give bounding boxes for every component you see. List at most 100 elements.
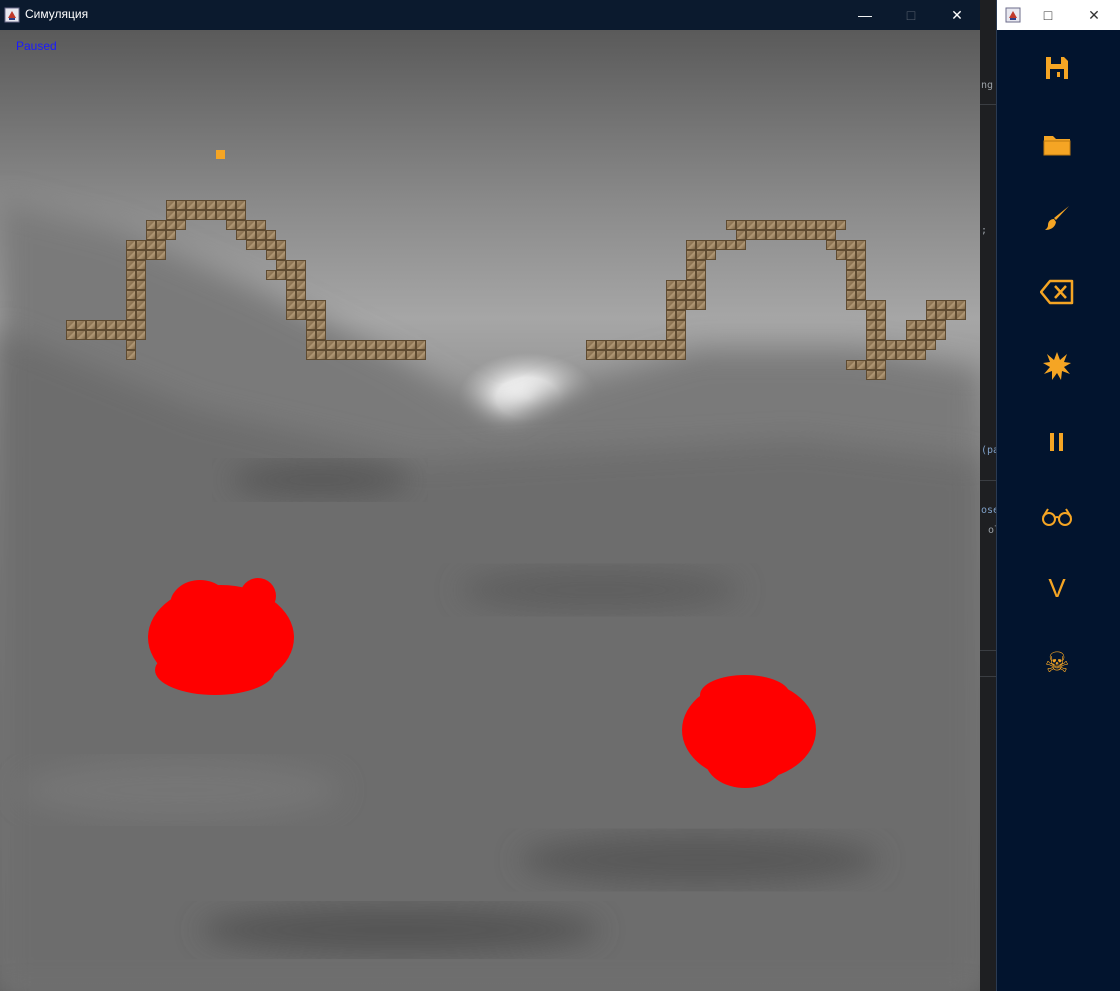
wood-block: [586, 340, 596, 350]
wood-block: [206, 200, 216, 210]
tool-titlebar[interactable]: □ ✕: [997, 0, 1120, 30]
wood-block: [736, 220, 746, 230]
wood-block: [846, 260, 856, 270]
wood-block: [796, 220, 806, 230]
wood-block: [126, 250, 136, 260]
wood-block: [886, 350, 896, 360]
floppy-disk-icon: [1046, 57, 1068, 79]
simulation-canvas[interactable]: Paused: [0, 30, 980, 991]
wood-block: [76, 330, 86, 340]
wood-block: [676, 350, 686, 360]
wood-block: [306, 340, 316, 350]
explosion-icon: [1043, 352, 1071, 380]
maximize-button[interactable]: □: [1025, 0, 1071, 30]
window-titlebar[interactable]: Симуляция — □ ✕: [0, 0, 980, 30]
wood-block: [676, 330, 686, 340]
brush-button[interactable]: [1037, 198, 1077, 238]
wood-block: [416, 350, 426, 360]
wood-block: [236, 220, 246, 230]
wood-block: [686, 290, 696, 300]
wood-block: [126, 330, 136, 340]
wood-block: [916, 340, 926, 350]
wood-block: [816, 220, 826, 230]
wood-block: [686, 240, 696, 250]
wood-block: [416, 340, 426, 350]
wood-block: [96, 320, 106, 330]
wood-block: [866, 310, 876, 320]
wood-block: [316, 330, 326, 340]
wood-block: [276, 250, 286, 260]
wood-block: [306, 320, 316, 330]
wood-block: [166, 220, 176, 230]
wood-block: [876, 300, 886, 310]
eraser-button[interactable]: [1037, 272, 1077, 312]
wood-block: [936, 300, 946, 310]
wood-block: [626, 340, 636, 350]
wood-block: [676, 290, 686, 300]
wood-block: [366, 340, 376, 350]
eraser-icon: [1040, 279, 1074, 305]
wood-block: [296, 280, 306, 290]
wood-block: [656, 350, 666, 360]
folder-icon: [1043, 136, 1071, 156]
close-button[interactable]: ✕: [934, 0, 980, 30]
wood-block: [266, 270, 276, 280]
wood-block: [856, 250, 866, 260]
wood-block: [956, 300, 966, 310]
ide-divider: [980, 676, 996, 677]
wood-block: [796, 230, 806, 240]
explosion-button[interactable]: [1037, 346, 1077, 386]
wood-block: [296, 290, 306, 300]
view-button[interactable]: [1037, 496, 1077, 536]
wood-block: [136, 330, 146, 340]
wood-block: [126, 350, 136, 360]
open-button[interactable]: [1037, 124, 1077, 164]
java-app-icon: [1005, 7, 1021, 23]
wood-block: [356, 340, 366, 350]
wood-block: [316, 300, 326, 310]
minimize-button[interactable]: —: [842, 0, 888, 30]
wood-block: [656, 340, 666, 350]
wood-block: [136, 270, 146, 280]
maximize-button[interactable]: □: [888, 0, 934, 30]
wood-block: [846, 250, 856, 260]
wood-block: [136, 290, 146, 300]
wood-block: [926, 300, 936, 310]
wood-block: [246, 230, 256, 240]
wood-block: [936, 330, 946, 340]
wood-block: [856, 290, 866, 300]
skull-crossbones-icon: ☠: [1044, 646, 1070, 678]
wood-block: [126, 240, 136, 250]
wood-block: [176, 220, 186, 230]
wood-block: [276, 240, 286, 250]
pause-button[interactable]: [1037, 422, 1077, 462]
wood-block: [956, 310, 966, 320]
wood-block: [846, 240, 856, 250]
wood-block: [256, 220, 266, 230]
wood-block: [376, 340, 386, 350]
close-button[interactable]: ✕: [1071, 0, 1117, 30]
ide-fragment: ;: [981, 225, 988, 236]
wood-block: [886, 340, 896, 350]
wood-block: [136, 320, 146, 330]
v-button[interactable]: V: [1037, 568, 1077, 608]
save-button[interactable]: [1037, 48, 1077, 88]
terrain-shadow: [20, 760, 340, 820]
wood-block: [136, 260, 146, 270]
wood-block: [606, 340, 616, 350]
wood-block: [596, 340, 606, 350]
wood-block: [826, 240, 836, 250]
wood-block: [746, 220, 756, 230]
kill-button[interactable]: ☠: [1037, 642, 1077, 682]
wood-block: [146, 230, 156, 240]
wood-block: [156, 250, 166, 260]
wood-block: [316, 320, 326, 330]
wood-block: [846, 360, 856, 370]
wood-block: [696, 280, 706, 290]
wood-block: [236, 230, 246, 240]
falling-particle: [216, 150, 225, 159]
wood-block: [696, 250, 706, 260]
wood-block: [786, 220, 796, 230]
wood-block: [916, 350, 926, 360]
wood-block: [856, 260, 866, 270]
